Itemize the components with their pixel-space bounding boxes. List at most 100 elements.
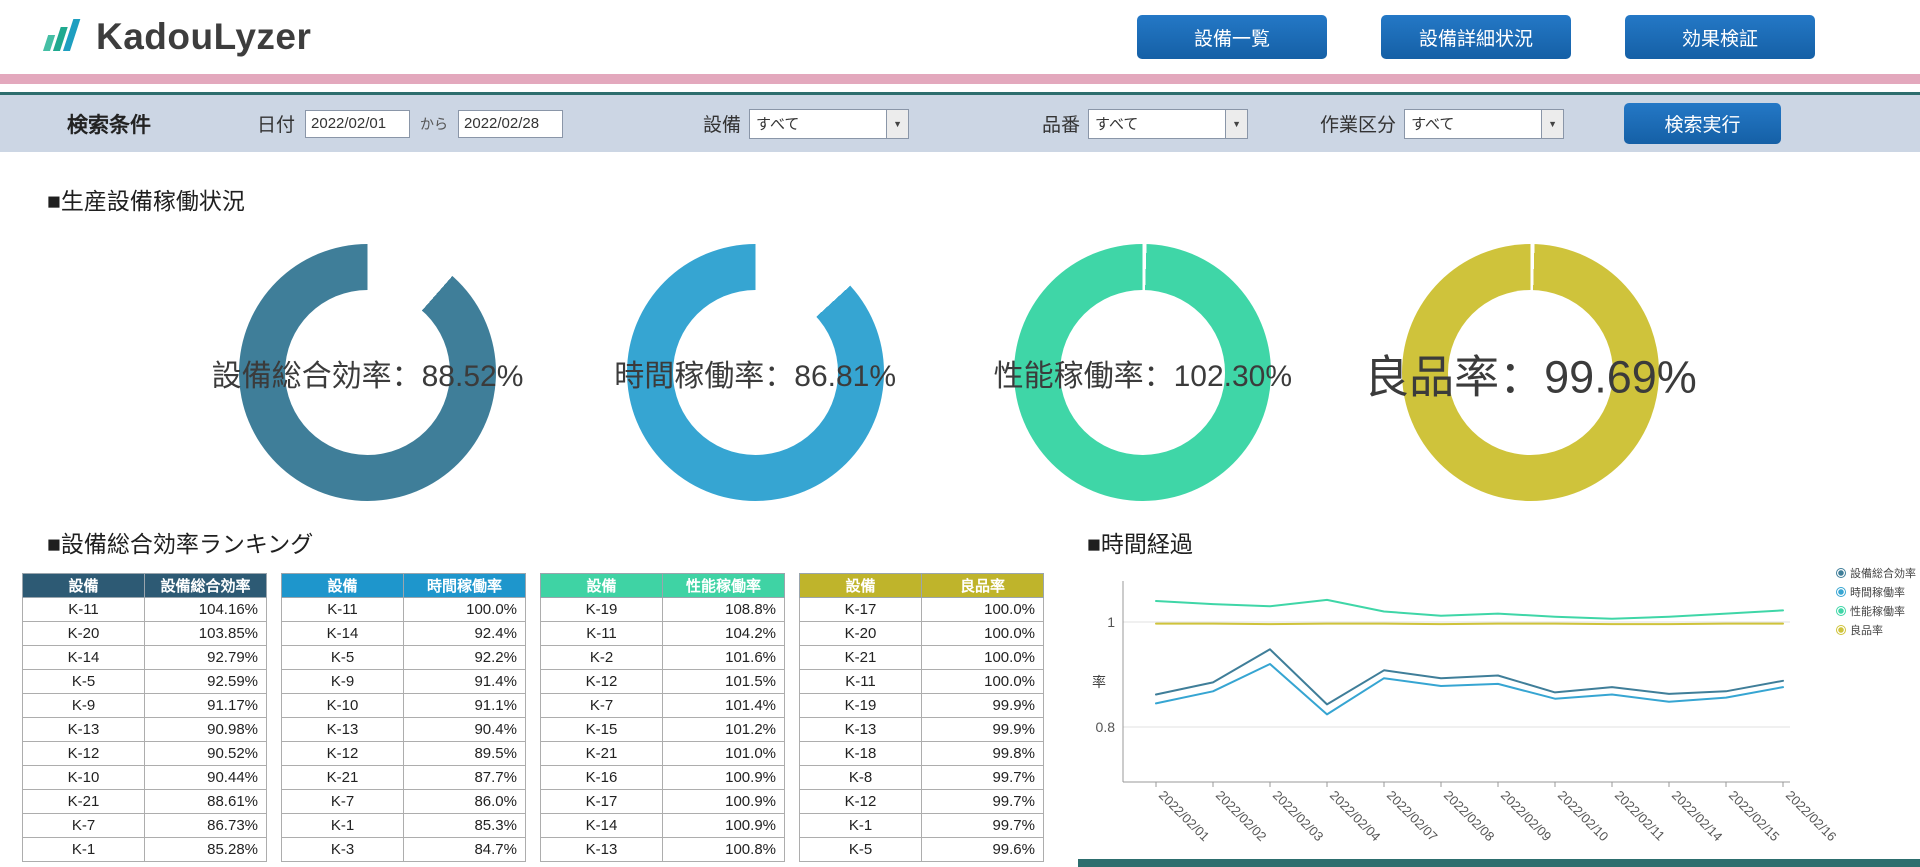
equipment-cell: K-11 bbox=[22, 597, 145, 622]
equipment-cell: K-7 bbox=[540, 693, 663, 718]
equipment-cell: K-21 bbox=[22, 789, 145, 814]
table-row: K-7 86.0% bbox=[281, 789, 526, 814]
table-row: K-12 89.5% bbox=[281, 741, 526, 766]
logo-text: KadouLyzer bbox=[96, 16, 312, 57]
app-logo: KadouLyzer bbox=[40, 16, 311, 58]
table-row: K-14 92.4% bbox=[281, 621, 526, 646]
equipment-cell: K-1 bbox=[799, 813, 922, 838]
table-row: K-11 100.0% bbox=[281, 597, 526, 622]
equipment-cell: K-15 bbox=[540, 717, 663, 742]
table-header-row: 設備 性能稼働率 bbox=[540, 573, 785, 598]
svg-text:2022/02/09: 2022/02/09 bbox=[1498, 788, 1555, 845]
bottom-edge-bar bbox=[1078, 859, 1920, 867]
equipment-cell: K-12 bbox=[540, 669, 663, 694]
date-to-input[interactable] bbox=[458, 109, 564, 138]
svg-text:2022/02/16: 2022/02/16 bbox=[1783, 788, 1840, 845]
table-row: K-2 101.6% bbox=[540, 645, 785, 670]
table-row: K-3 84.7% bbox=[281, 837, 526, 862]
value-cell: 89.5% bbox=[403, 741, 526, 766]
equipment-cell: K-3 bbox=[281, 837, 404, 862]
accent-bar bbox=[0, 74, 1920, 84]
value-cell: 100.0% bbox=[403, 597, 526, 622]
equipment-cell: K-9 bbox=[281, 669, 404, 694]
value-cell: 100.9% bbox=[662, 765, 785, 790]
legend-label: 性能稼働率 bbox=[1850, 606, 1905, 618]
value-cell: 101.0% bbox=[662, 741, 785, 766]
equipment-cell: K-2 bbox=[540, 645, 663, 670]
equipment-cell: K-8 bbox=[799, 765, 922, 790]
legend-dot-icon bbox=[1836, 587, 1846, 597]
legend-item[interactable]: 時間稼働率 bbox=[1836, 584, 1916, 600]
equipment-cell: K-21 bbox=[799, 645, 922, 670]
value-cell: 88.61% bbox=[144, 789, 267, 814]
value-cell: 86.0% bbox=[403, 789, 526, 814]
value-cell: 92.79% bbox=[144, 645, 267, 670]
table-row: K-18 99.8% bbox=[799, 741, 1044, 766]
nav-effect-verification-button[interactable]: 効果検証 bbox=[1625, 15, 1815, 59]
table-row: K-9 91.17% bbox=[22, 693, 267, 718]
part-number-select[interactable]: すべて ▼ bbox=[1088, 108, 1249, 139]
equipment-cell: K-13 bbox=[799, 717, 922, 742]
equipment-filter-label: 設備 bbox=[703, 115, 742, 136]
equipment-cell: K-12 bbox=[799, 789, 922, 814]
table-row: K-19 99.9% bbox=[799, 693, 1044, 718]
table-row: K-11 104.2% bbox=[540, 621, 785, 646]
legend-item[interactable]: 性能稼働率 bbox=[1836, 603, 1916, 619]
app-header: KadouLyzer 設備一覧 設備詳細状況 効果検証 bbox=[0, 0, 1920, 74]
donut-label: 性能稼働率：102.30% bbox=[993, 359, 1293, 393]
work-category-select[interactable]: すべて ▼ bbox=[1404, 108, 1565, 139]
table-row: K-20 103.85% bbox=[22, 621, 267, 646]
equipment-cell: K-19 bbox=[540, 597, 663, 622]
legend-label: 時間稼働率 bbox=[1850, 587, 1905, 599]
equipment-cell: K-11 bbox=[799, 669, 922, 694]
equipment-cell: K-5 bbox=[281, 645, 404, 670]
ranking-section: ■設備総合効率ランキング 設備 設備総合効率 K-11 104.16% K-20 103.… bbox=[22, 525, 1044, 867]
value-cell: 85.28% bbox=[144, 837, 267, 862]
table-row: K-9 91.4% bbox=[281, 669, 526, 694]
value-cell: 92.2% bbox=[403, 645, 526, 670]
value-cell: 108.8% bbox=[662, 597, 785, 622]
table-row: K-17 100.9% bbox=[540, 789, 785, 814]
svg-text:1: 1 bbox=[1107, 614, 1115, 630]
equipment-cell: K-11 bbox=[281, 597, 404, 622]
table-row: K-1 85.28% bbox=[22, 837, 267, 862]
equipment-cell: K-5 bbox=[22, 669, 145, 694]
table-row: K-13 90.4% bbox=[281, 717, 526, 742]
table-row: K-8 99.7% bbox=[799, 765, 1044, 790]
value-cell: 100.9% bbox=[662, 789, 785, 814]
equipment-cell: K-10 bbox=[22, 765, 145, 790]
svg-text:2022/02/11: 2022/02/11 bbox=[1612, 788, 1668, 844]
value-cell: 92.4% bbox=[403, 621, 526, 646]
chevron-down-icon: ▼ bbox=[1541, 109, 1564, 138]
table-row: K-21 100.0% bbox=[799, 645, 1044, 670]
nav-equipment-detail-button[interactable]: 設備詳細状況 bbox=[1381, 15, 1571, 59]
equipment-cell: K-10 bbox=[281, 693, 404, 718]
svg-text:2022/02/04: 2022/02/04 bbox=[1327, 788, 1384, 845]
equipment-cell: K-12 bbox=[281, 741, 404, 766]
equipment-cell: K-18 bbox=[799, 741, 922, 766]
table-row: K-20 100.0% bbox=[799, 621, 1044, 646]
table-row: K-5 92.2% bbox=[281, 645, 526, 670]
search-execute-button[interactable]: 検索実行 bbox=[1624, 103, 1782, 144]
table-row: K-5 92.59% bbox=[22, 669, 267, 694]
equipment-cell: K-13 bbox=[540, 837, 663, 862]
legend-item[interactable]: 良品率 bbox=[1836, 622, 1916, 638]
equipment-cell: K-21 bbox=[281, 765, 404, 790]
date-from-input[interactable] bbox=[305, 109, 411, 138]
value-cell: 100.0% bbox=[921, 621, 1044, 646]
donut-label: 良品率：99.69% bbox=[1364, 351, 1697, 402]
value-cell: 87.7% bbox=[403, 765, 526, 790]
nav-equipment-list-button[interactable]: 設備一覧 bbox=[1137, 15, 1327, 59]
value-cell: 92.59% bbox=[144, 669, 267, 694]
equipment-select[interactable]: すべて ▼ bbox=[749, 108, 910, 139]
svg-text:2022/02/01: 2022/02/01 bbox=[1156, 788, 1213, 845]
value-cell: 101.4% bbox=[662, 693, 785, 718]
legend-item[interactable]: 設備総合効率 bbox=[1836, 565, 1916, 581]
equipment-cell: K-1 bbox=[22, 837, 145, 862]
part-number-select-value: すべて bbox=[1095, 116, 1139, 133]
equipment-select-value: すべて bbox=[756, 116, 800, 133]
ranking-tables: 設備 設備総合効率 K-11 104.16% K-20 103.85% K-14 92.79%… bbox=[22, 573, 1044, 862]
value-cell: 99.6% bbox=[921, 837, 1044, 862]
time-series-chart: 1 0.8 率 2022/02/01 2022/02/02 2022/02/03 2022/… bbox=[1078, 567, 1920, 867]
table-row: K-11 104.16% bbox=[22, 597, 267, 622]
